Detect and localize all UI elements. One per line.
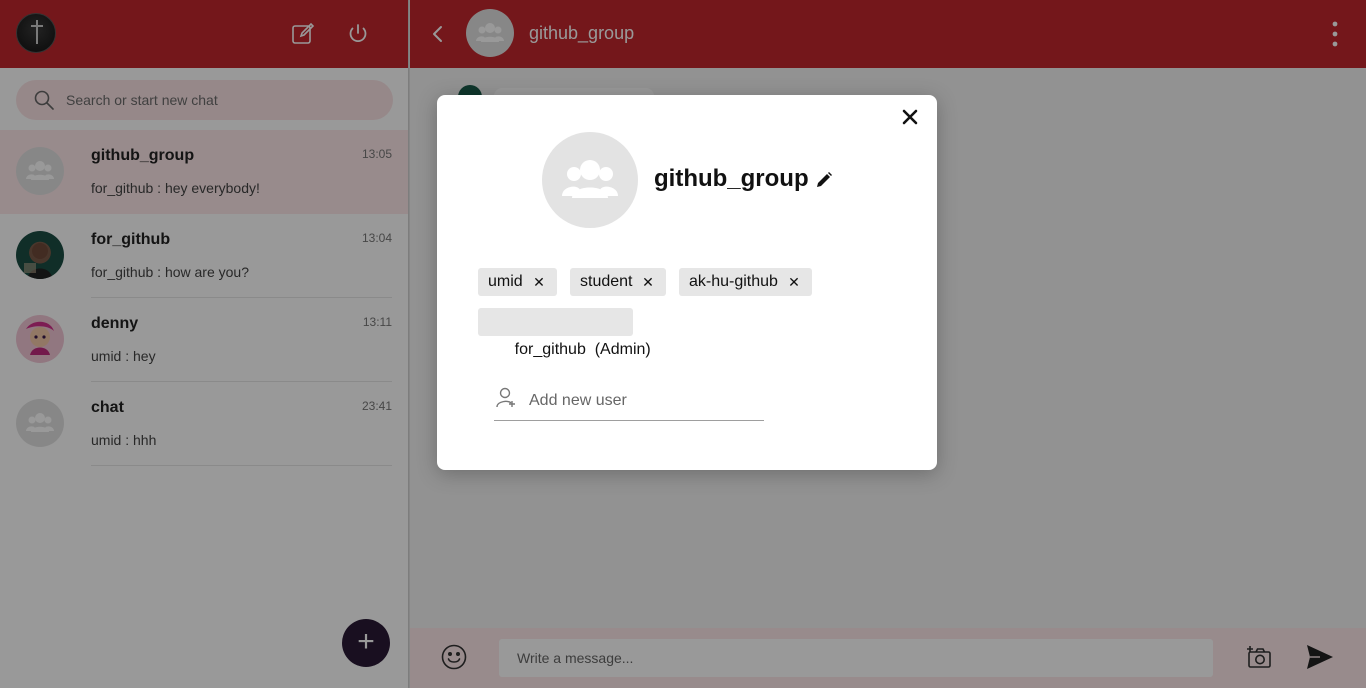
close-icon[interactable] bbox=[900, 107, 920, 127]
add-user-input[interactable] bbox=[529, 383, 759, 419]
pencil-icon[interactable] bbox=[815, 171, 833, 189]
group-info-modal: github_group umid ✕ student ✕ ak-hu-gith… bbox=[437, 95, 937, 470]
remove-member-icon[interactable]: ✕ bbox=[641, 268, 655, 296]
group-name: github_group bbox=[654, 165, 809, 192]
member-chip: student ✕ bbox=[570, 268, 666, 296]
member-name: umid bbox=[488, 273, 523, 290]
add-user-field bbox=[494, 383, 764, 421]
member-name: student bbox=[580, 273, 633, 290]
remove-member-icon[interactable]: ✕ bbox=[787, 268, 801, 296]
member-name: for_github (Admin) bbox=[514, 341, 651, 358]
member-chip: umid ✕ bbox=[478, 268, 557, 296]
member-name: ak-hu-github bbox=[689, 273, 778, 290]
member-chip: ak-hu-github ✕ bbox=[679, 268, 812, 296]
remove-member-icon[interactable]: ✕ bbox=[532, 268, 546, 296]
group-avatar-icon[interactable] bbox=[542, 132, 638, 228]
member-chip-admin: for_github (Admin) bbox=[478, 308, 651, 358]
add-user-icon bbox=[496, 387, 515, 408]
